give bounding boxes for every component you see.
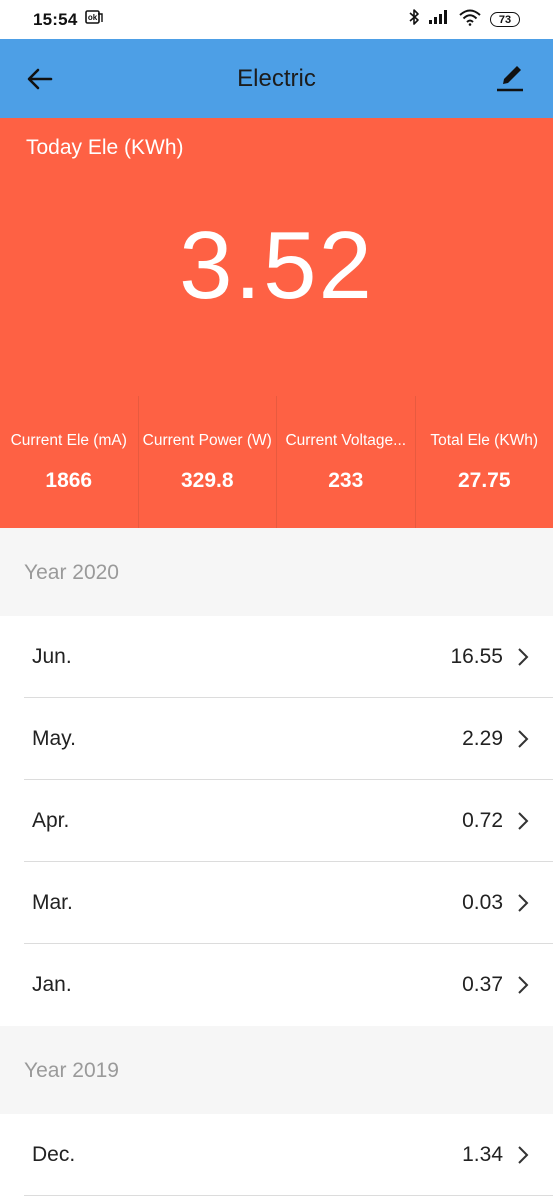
- stat-label: Total Ele (KWh): [430, 432, 539, 449]
- stat-value: 1866: [45, 469, 93, 492]
- month-label: Dec.: [32, 1143, 76, 1166]
- list-item[interactable]: Jun. 16.55: [0, 616, 553, 698]
- chevron-right-icon: [518, 730, 529, 748]
- stat-value: 27.75: [457, 469, 511, 492]
- list-item[interactable]: May. 2.29: [0, 698, 553, 780]
- page-title: Electric: [237, 64, 316, 92]
- stats-row: Current Ele (mA) 1866 Current Power (W) …: [0, 396, 553, 528]
- chevron-right-icon: [518, 1146, 529, 1164]
- month-label: Apr.: [32, 809, 70, 832]
- section-header-2020: Year 2020: [0, 528, 553, 616]
- month-value: 0.72: [462, 809, 503, 832]
- status-left: 15:54 ok: [33, 9, 104, 30]
- stat-current-ele: Current Ele (mA) 1866: [0, 396, 138, 528]
- month-value: 2.29: [462, 727, 503, 750]
- month-value: 1.34: [462, 1143, 503, 1166]
- month-label: May.: [32, 727, 76, 750]
- pen-icon: [497, 66, 523, 92]
- chevron-right-icon: [518, 894, 529, 912]
- status-time: 15:54: [33, 9, 78, 29]
- today-value: 3.52: [179, 212, 374, 319]
- app-bar: Electric: [0, 39, 553, 118]
- chevron-right-icon: [518, 648, 529, 666]
- section-header-2019: Year 2019: [0, 1026, 553, 1114]
- battery-icon: 73: [490, 12, 520, 27]
- stat-current-voltage: Current Voltage... 233: [276, 396, 415, 528]
- stat-label: Current Voltage...: [285, 432, 407, 449]
- wifi-icon: [458, 8, 482, 31]
- status-right: 73: [408, 8, 520, 31]
- list-item[interactable]: Jan. 0.37: [0, 944, 553, 1026]
- month-label: Jun.: [32, 645, 72, 668]
- month-label: Jan.: [32, 973, 72, 996]
- chevron-right-icon: [518, 976, 529, 994]
- back-button[interactable]: [22, 61, 58, 97]
- section-title: Year 2020: [24, 561, 119, 584]
- month-label: Mar.: [32, 891, 73, 914]
- stat-label: Current Power (W): [142, 432, 272, 449]
- svg-text:ok: ok: [88, 13, 98, 22]
- list-item[interactable]: Mar. 0.03: [0, 862, 553, 944]
- stat-label: Current Ele (mA): [10, 432, 127, 449]
- chevron-right-icon: [518, 812, 529, 830]
- arrow-left-icon: [27, 68, 53, 90]
- month-list-2020: Jun. 16.55 May. 2.29 Apr. 0.72 Mar. 0.03…: [0, 616, 553, 1026]
- stat-value: 233: [328, 469, 364, 492]
- stat-current-power: Current Power (W) 329.8: [137, 396, 277, 528]
- today-panel: Today Ele (KWh) 3.52: [0, 118, 553, 396]
- sim-notification-icon: ok: [85, 10, 104, 29]
- status-bar: 15:54 ok 73: [0, 0, 553, 39]
- today-label: Today Ele (KWh): [26, 136, 184, 159]
- month-list-2019: Dec. 1.34: [0, 1114, 553, 1200]
- month-value: 0.37: [462, 973, 503, 996]
- month-value: 0.03: [462, 891, 503, 914]
- stat-value: 329.8: [180, 469, 234, 492]
- bluetooth-icon: [408, 8, 420, 31]
- list-item[interactable]: Dec. 1.34: [0, 1114, 553, 1196]
- edit-button[interactable]: [491, 59, 529, 97]
- signal-icon: [428, 9, 450, 30]
- month-value: 16.55: [450, 645, 503, 668]
- stat-total-ele: Total Ele (KWh) 27.75: [414, 396, 553, 528]
- list-item[interactable]: Apr. 0.72: [0, 780, 553, 862]
- section-title: Year 2019: [24, 1059, 119, 1082]
